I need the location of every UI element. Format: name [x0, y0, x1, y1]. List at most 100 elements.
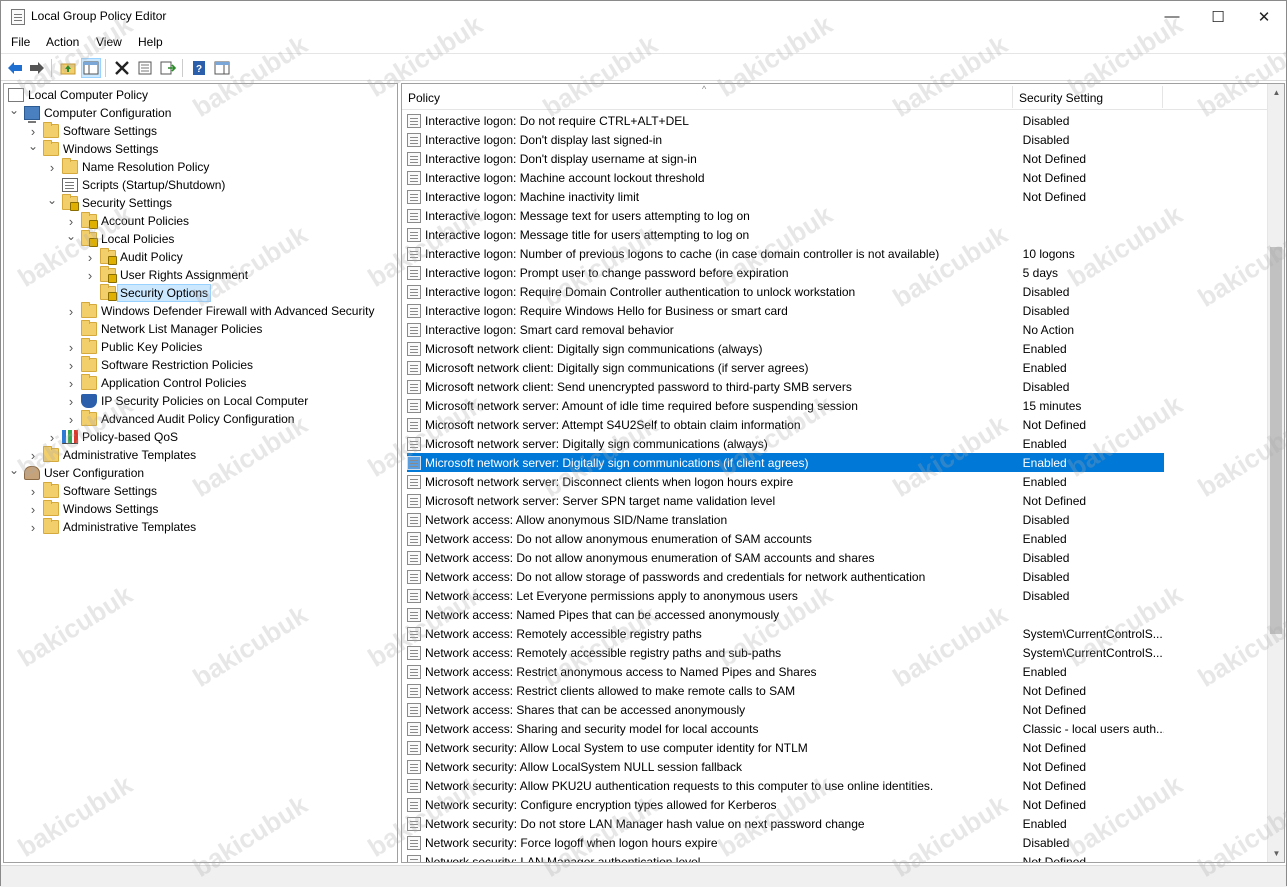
- policy-row[interactable]: Network security: Allow LocalSystem NULL…: [407, 757, 1164, 776]
- chevron-right-icon[interactable]: ›: [46, 430, 58, 445]
- tree-item-user-configuration[interactable]: ⌄ User Configuration: [8, 463, 144, 482]
- policy-row[interactable]: Interactive logon: Message title for use…: [407, 225, 1164, 244]
- console-tree-pane[interactable]: Local Computer Policy ⌄ Computer Configura…: [3, 83, 398, 863]
- column-header-policy[interactable]: Policy: [408, 91, 440, 105]
- policy-row[interactable]: Network access: Let Everyone permissions…: [407, 586, 1164, 605]
- tree-item-software-settings[interactable]: › Software Settings: [27, 122, 157, 140]
- policy-row[interactable]: Network access: Allow anonymous SID/Name…: [407, 510, 1164, 529]
- export-list-button[interactable]: [158, 58, 178, 78]
- chevron-right-icon[interactable]: ›: [27, 448, 39, 463]
- tree-item-computer-configuration[interactable]: ⌄ Computer Configuration: [8, 103, 171, 123]
- policy-row[interactable]: Microsoft network server: Digitally sign…: [407, 434, 1164, 453]
- tree-item-local-policies[interactable]: ⌄ Local Policies: [65, 229, 174, 248]
- policy-row[interactable]: Interactive logon: Message text for user…: [407, 206, 1164, 225]
- up-one-level-button[interactable]: [58, 58, 78, 78]
- scrollbar-thumb[interactable]: [1270, 247, 1282, 634]
- chevron-right-icon[interactable]: ›: [27, 484, 39, 499]
- tree-item-audit-policy[interactable]: › Audit Policy: [84, 248, 183, 266]
- tree-item-software-settings[interactable]: › Software Settings: [27, 482, 157, 500]
- chevron-down-icon[interactable]: ⌄: [46, 193, 58, 207]
- help-button[interactable]: ?: [189, 58, 209, 78]
- chevron-right-icon[interactable]: ›: [65, 214, 77, 229]
- back-button[interactable]: [5, 58, 25, 78]
- policy-row[interactable]: Interactive logon: Do not require CTRL+A…: [407, 111, 1164, 130]
- tree-item-windows-defender-firewall-with-advanced-security[interactable]: › Windows Defender Firewall with Advanced…: [65, 302, 374, 320]
- policy-row[interactable]: Network access: Do not allow anonymous e…: [407, 548, 1164, 567]
- close-button[interactable]: ✕: [1241, 1, 1287, 32]
- tree-item-user-rights-assignment[interactable]: › User Rights Assignment: [84, 266, 248, 284]
- tree-item-local-computer-policy[interactable]: Local Computer Policy: [8, 86, 148, 104]
- chevron-down-icon[interactable]: ⌄: [65, 229, 77, 243]
- chevron-right-icon[interactable]: ›: [27, 502, 39, 517]
- policy-row[interactable]: Microsoft network client: Digitally sign…: [407, 339, 1164, 358]
- tree-item-windows-settings[interactable]: › Windows Settings: [27, 500, 158, 518]
- chevron-right-icon[interactable]: ›: [65, 412, 77, 427]
- chevron-right-icon[interactable]: ›: [46, 160, 58, 175]
- policy-row[interactable]: Network access: Sharing and security mod…: [407, 719, 1164, 738]
- policy-row[interactable]: Network access: Do not allow storage of …: [407, 567, 1164, 586]
- maximize-button[interactable]: ☐: [1195, 1, 1241, 32]
- policy-row[interactable]: Microsoft network server: Server SPN tar…: [407, 491, 1164, 510]
- policy-row[interactable]: Network access: Remotely accessible regi…: [407, 643, 1164, 662]
- properties-button[interactable]: [135, 58, 155, 78]
- scroll-up-button[interactable]: ▲: [1268, 84, 1284, 101]
- tree-item-scripts-startup-shutdown[interactable]: Scripts (Startup/Shutdown): [46, 176, 225, 194]
- policy-row[interactable]: Interactive logon: Machine account locko…: [407, 168, 1164, 187]
- tree-item-administrative-templates[interactable]: › Administrative Templates: [27, 446, 196, 464]
- policy-row[interactable]: Microsoft network server: Amount of idle…: [407, 396, 1164, 415]
- tree-item-administrative-templates[interactable]: › Administrative Templates: [27, 518, 196, 536]
- tree-item-security-options[interactable]: Security Options: [84, 284, 212, 302]
- policy-row[interactable]: Network access: Shares that can be acces…: [407, 700, 1164, 719]
- policy-row[interactable]: Network access: Remotely accessible regi…: [407, 624, 1164, 643]
- menu-file[interactable]: File: [11, 35, 30, 49]
- tree-item-policy-based-qos[interactable]: › Policy-based QoS: [46, 428, 178, 446]
- tree-item-ip-security-policies-on-local-computer[interactable]: › IP Security Policies on Local Computer: [65, 392, 308, 410]
- policy-row[interactable]: Microsoft network server: Attempt S4U2Se…: [407, 415, 1164, 434]
- chevron-down-icon[interactable]: ⌄: [8, 463, 20, 477]
- policy-row[interactable]: Interactive logon: Number of previous lo…: [407, 244, 1164, 263]
- chevron-right-icon[interactable]: ›: [84, 250, 96, 265]
- column-header-security-setting[interactable]: Security Setting: [1019, 91, 1103, 105]
- menu-view[interactable]: View: [96, 35, 122, 49]
- chevron-right-icon[interactable]: ›: [27, 124, 39, 139]
- chevron-right-icon[interactable]: ›: [65, 340, 77, 355]
- policy-row[interactable]: Network security: LAN Manager authentica…: [407, 852, 1164, 862]
- policy-row[interactable]: Network security: Configure encryption t…: [407, 795, 1164, 814]
- delete-button[interactable]: [112, 58, 132, 78]
- policy-row[interactable]: Network access: Restrict anonymous acces…: [407, 662, 1164, 681]
- forward-button[interactable]: [27, 58, 47, 78]
- chevron-right-icon[interactable]: ›: [84, 268, 96, 283]
- policy-row[interactable]: Microsoft network client: Send unencrypt…: [407, 377, 1164, 396]
- vertical-scrollbar[interactable]: ▲ ▼: [1267, 84, 1284, 862]
- policy-row[interactable]: Network security: Allow PKU2U authentica…: [407, 776, 1164, 795]
- column-divider[interactable]: [1162, 86, 1163, 108]
- scroll-down-button[interactable]: ▼: [1268, 845, 1284, 862]
- show-hide-action-pane-button[interactable]: [212, 58, 232, 78]
- tree-item-public-key-policies[interactable]: › Public Key Policies: [65, 338, 202, 356]
- details-list-pane[interactable]: ^ Policy Security Setting Interactive lo…: [401, 83, 1285, 863]
- chevron-right-icon[interactable]: ›: [65, 304, 77, 319]
- policy-row[interactable]: Network security: Force logoff when logo…: [407, 833, 1164, 852]
- policy-row[interactable]: Interactive logon: Machine inactivity li…: [407, 187, 1164, 206]
- policy-row[interactable]: Network access: Do not allow anonymous e…: [407, 529, 1164, 548]
- policy-row[interactable]: Interactive logon: Don't display usernam…: [407, 149, 1164, 168]
- policy-row[interactable]: Network access: Named Pipes that can be …: [407, 605, 1164, 624]
- chevron-right-icon[interactable]: ›: [65, 376, 77, 391]
- menu-help[interactable]: Help: [138, 35, 163, 49]
- policy-row[interactable]: Interactive logon: Require Domain Contro…: [407, 282, 1164, 301]
- tree-item-network-list-manager-policies[interactable]: Network List Manager Policies: [65, 320, 262, 338]
- policy-row[interactable]: Interactive logon: Require Windows Hello…: [407, 301, 1164, 320]
- chevron-down-icon[interactable]: ⌄: [27, 139, 39, 153]
- column-divider[interactable]: [1012, 86, 1013, 108]
- minimize-button[interactable]: —: [1149, 1, 1195, 32]
- policy-row[interactable]: Network access: Restrict clients allowed…: [407, 681, 1164, 700]
- policy-row[interactable]: Microsoft network server: Disconnect cli…: [407, 472, 1164, 491]
- policy-row[interactable]: Network security: Allow Local System to …: [407, 738, 1164, 757]
- policy-row[interactable]: Microsoft network client: Digitally sign…: [407, 358, 1164, 377]
- chevron-right-icon[interactable]: ›: [65, 394, 77, 409]
- tree-item-account-policies[interactable]: › Account Policies: [65, 212, 189, 230]
- tree-item-windows-settings[interactable]: ⌄ Windows Settings: [27, 139, 158, 158]
- chevron-right-icon[interactable]: ›: [65, 358, 77, 373]
- tree-item-software-restriction-policies[interactable]: › Software Restriction Policies: [65, 356, 253, 374]
- policy-row[interactable]: Interactive logon: Smart card removal be…: [407, 320, 1164, 339]
